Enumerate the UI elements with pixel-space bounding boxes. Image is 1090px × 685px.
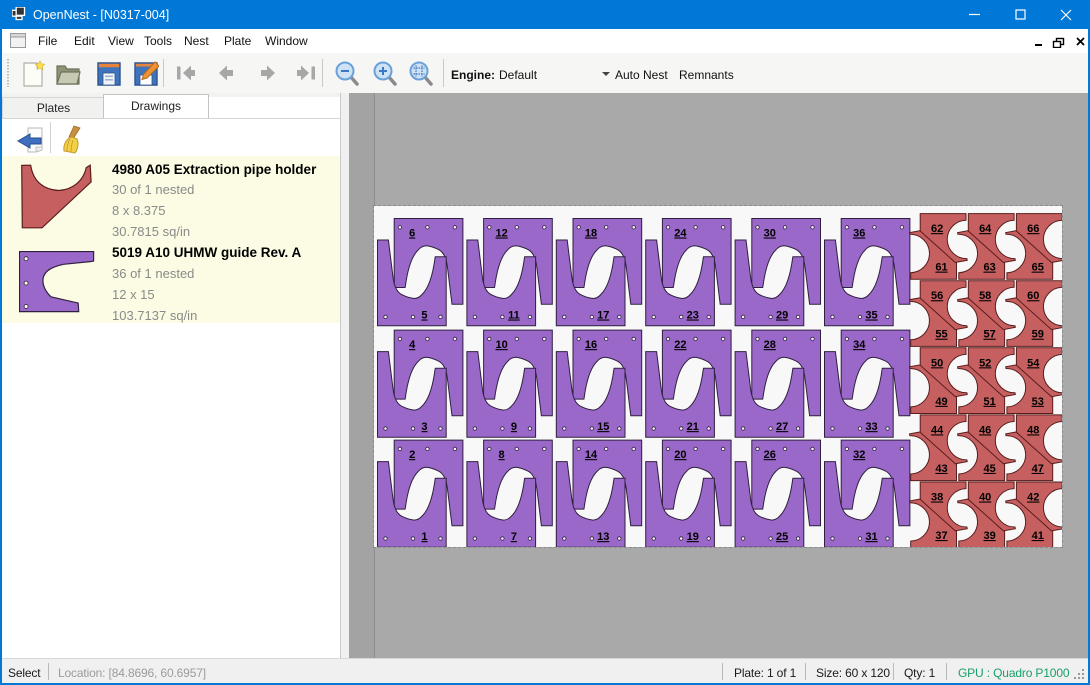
- svg-text:36: 36: [853, 227, 865, 239]
- svg-text:27: 27: [776, 421, 788, 433]
- svg-text:65: 65: [1032, 261, 1044, 273]
- svg-text:3: 3: [421, 421, 427, 433]
- svg-text:23: 23: [687, 309, 699, 321]
- svg-text:51: 51: [983, 395, 995, 407]
- svg-text:30: 30: [764, 227, 776, 239]
- svg-text:31: 31: [865, 531, 877, 543]
- svg-text:22: 22: [674, 339, 686, 351]
- svg-text:2: 2: [409, 449, 415, 461]
- svg-text:54: 54: [1027, 357, 1040, 369]
- svg-text:15: 15: [597, 421, 609, 433]
- svg-text:10: 10: [495, 339, 507, 351]
- svg-text:52: 52: [979, 357, 991, 369]
- svg-text:61: 61: [935, 261, 947, 273]
- svg-text:64: 64: [979, 223, 992, 235]
- svg-text:33: 33: [865, 421, 877, 433]
- svg-text:56: 56: [931, 290, 943, 302]
- svg-text:39: 39: [983, 530, 995, 542]
- svg-text:63: 63: [983, 261, 995, 273]
- svg-text:41: 41: [1032, 530, 1044, 542]
- svg-text:18: 18: [585, 227, 597, 239]
- svg-text:25: 25: [776, 531, 788, 543]
- svg-text:5: 5: [421, 309, 427, 321]
- svg-text:40: 40: [979, 491, 991, 503]
- svg-text:42: 42: [1027, 491, 1039, 503]
- svg-text:59: 59: [1032, 328, 1044, 340]
- svg-text:13: 13: [597, 531, 609, 543]
- svg-text:17: 17: [597, 309, 609, 321]
- svg-text:24: 24: [674, 227, 687, 239]
- svg-text:46: 46: [979, 424, 991, 436]
- svg-text:58: 58: [979, 290, 991, 302]
- svg-text:6: 6: [409, 227, 415, 239]
- svg-text:26: 26: [764, 449, 776, 461]
- svg-text:9: 9: [511, 421, 517, 433]
- svg-text:38: 38: [931, 491, 943, 503]
- svg-text:1: 1: [421, 531, 427, 543]
- svg-text:57: 57: [983, 328, 995, 340]
- svg-text:47: 47: [1032, 462, 1044, 474]
- svg-text:43: 43: [935, 462, 947, 474]
- svg-text:16: 16: [585, 339, 597, 351]
- svg-text:66: 66: [1027, 223, 1039, 235]
- svg-text:45: 45: [983, 462, 995, 474]
- svg-text:19: 19: [687, 531, 699, 543]
- svg-text:44: 44: [931, 424, 944, 436]
- svg-text:49: 49: [935, 395, 947, 407]
- svg-text:62: 62: [931, 223, 943, 235]
- svg-text:11: 11: [508, 309, 520, 321]
- svg-text:35: 35: [865, 309, 877, 321]
- svg-text:32: 32: [853, 449, 865, 461]
- svg-text:20: 20: [674, 449, 686, 461]
- svg-text:29: 29: [776, 309, 788, 321]
- svg-text:53: 53: [1032, 395, 1044, 407]
- svg-text:21: 21: [687, 421, 699, 433]
- svg-text:60: 60: [1027, 290, 1039, 302]
- svg-text:14: 14: [585, 449, 598, 461]
- svg-text:48: 48: [1027, 424, 1039, 436]
- svg-text:50: 50: [931, 357, 943, 369]
- svg-text:8: 8: [499, 449, 505, 461]
- svg-text:28: 28: [764, 339, 776, 351]
- svg-text:55: 55: [935, 328, 947, 340]
- svg-text:12: 12: [495, 227, 507, 239]
- svg-text:4: 4: [409, 339, 416, 351]
- svg-text:7: 7: [511, 531, 517, 543]
- svg-text:37: 37: [935, 530, 947, 542]
- svg-text:34: 34: [853, 339, 866, 351]
